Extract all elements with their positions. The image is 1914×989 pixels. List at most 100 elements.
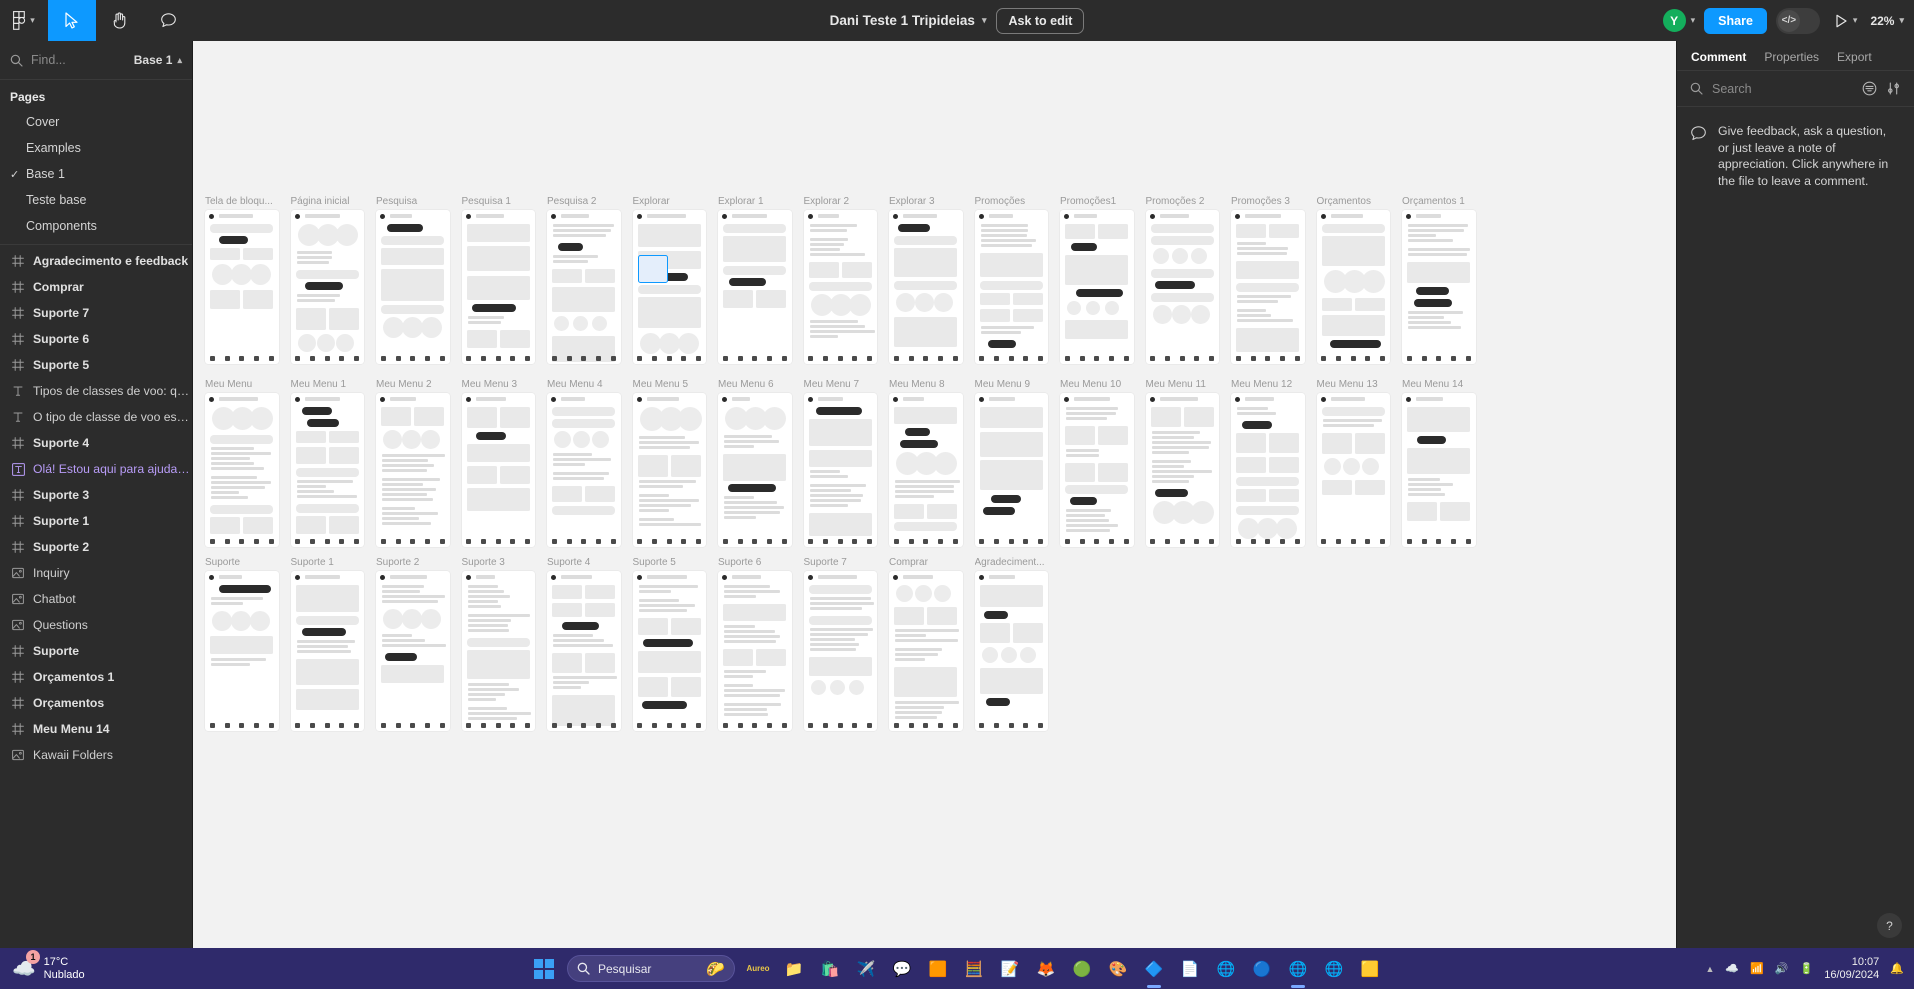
frame-label[interactable]: Promoções 2 bbox=[1146, 196, 1220, 210]
layer-item-agradecimento-e-feedback[interactable]: Agradecimento e feedback bbox=[0, 248, 192, 274]
frame-explorar[interactable]: Explorar bbox=[632, 196, 707, 364]
zoom-chevron-icon[interactable]: ▾ bbox=[1899, 15, 1904, 26]
share-button[interactable]: Share bbox=[1704, 7, 1767, 34]
avatar-chevron-icon[interactable]: ▾ bbox=[1691, 15, 1696, 26]
frame-label[interactable]: Suporte 2 bbox=[376, 557, 450, 571]
layer-item-ol-estou-aqui-para-ajudar-voc-n[interactable]: Olá! Estou aqui para ajudar você n... bbox=[0, 456, 192, 482]
page-item-examples[interactable]: Examples bbox=[0, 135, 192, 161]
frame-agradeciment[interactable]: Agradeciment... bbox=[974, 557, 1049, 731]
frame-label[interactable]: Explorar 1 bbox=[718, 196, 792, 210]
frame-label[interactable]: Meu Menu 13 bbox=[1317, 379, 1391, 393]
volume-icon[interactable]: 🔊 bbox=[1775, 962, 1789, 975]
layer-item-questions[interactable]: Questions bbox=[0, 612, 192, 638]
frame-preview[interactable] bbox=[205, 210, 279, 364]
filter-icon[interactable] bbox=[1862, 81, 1877, 96]
layer-item-tipos-de-classes-de-voo-quais-s-o[interactable]: Tipos de classes de voo: quais são? bbox=[0, 378, 192, 404]
comment-search-input[interactable]: Search bbox=[1712, 82, 1853, 96]
notepad[interactable]: 📝 bbox=[997, 956, 1023, 982]
frame-preview[interactable] bbox=[1060, 393, 1134, 547]
frame-meu-menu-1[interactable]: Meu Menu 1 bbox=[290, 379, 365, 547]
frame-promo-es-2[interactable]: Promoções 2 bbox=[1145, 196, 1220, 364]
calculator[interactable]: 🧮 bbox=[961, 956, 987, 982]
frame-preview[interactable] bbox=[974, 393, 1048, 547]
frame-label[interactable]: Suporte 3 bbox=[462, 557, 536, 571]
frame-preview[interactable] bbox=[461, 393, 535, 547]
frame-suporte-1[interactable]: Suporte 1 bbox=[290, 557, 365, 731]
frame-label[interactable]: Meu Menu 1 bbox=[291, 379, 365, 393]
frame-label[interactable]: Explorar 3 bbox=[889, 196, 963, 210]
frame-preview[interactable] bbox=[290, 210, 364, 364]
dev-mode-toggle[interactable]: </> bbox=[1775, 7, 1820, 34]
frame-explorar-1[interactable]: Explorar 1 bbox=[718, 196, 792, 364]
word[interactable]: 📄 bbox=[1177, 956, 1203, 982]
figma-logo-icon[interactable]: ▾ bbox=[0, 0, 48, 41]
frame-label[interactable]: Agradeciment... bbox=[975, 557, 1049, 571]
sliders-icon[interactable] bbox=[1886, 81, 1901, 96]
frame-label[interactable]: Explorar 2 bbox=[804, 196, 878, 210]
frame-preview[interactable] bbox=[547, 210, 621, 364]
frame-suporte-7[interactable]: Suporte 7 bbox=[803, 557, 878, 731]
comment-tool[interactable] bbox=[144, 0, 192, 41]
page-item-teste-base[interactable]: Teste base bbox=[0, 187, 192, 213]
frame-preview[interactable] bbox=[1145, 393, 1219, 547]
network-icon[interactable]: 📶 bbox=[1750, 962, 1764, 975]
frame-suporte[interactable]: Suporte bbox=[205, 557, 279, 731]
frame-meu-menu-2[interactable]: Meu Menu 2 bbox=[376, 379, 450, 547]
frame-label[interactable]: Meu Menu 5 bbox=[633, 379, 707, 393]
chrome-2[interactable]: 🌐 bbox=[1285, 956, 1311, 982]
frame-comprar[interactable]: Comprar bbox=[889, 557, 963, 731]
frame-p-gina-inicial[interactable]: Página inicial bbox=[290, 196, 364, 364]
onedrive-icon[interactable]: ☁️ bbox=[1725, 962, 1739, 975]
page-selector-button[interactable]: Base 1 ▴ bbox=[134, 53, 182, 67]
layer-item-suporte-6[interactable]: Suporte 6 bbox=[0, 326, 192, 352]
frame-label[interactable]: Pesquisa bbox=[376, 196, 450, 210]
layer-item-chatbot[interactable]: Chatbot bbox=[0, 586, 192, 612]
frame-preview[interactable] bbox=[1060, 210, 1134, 364]
frame-preview[interactable] bbox=[632, 210, 706, 364]
frame-preview[interactable] bbox=[376, 571, 450, 731]
ask-to-edit-button[interactable]: Ask to edit bbox=[996, 7, 1085, 34]
frame-explorar-2[interactable]: Explorar 2 bbox=[803, 196, 878, 364]
frame-preview[interactable] bbox=[547, 571, 621, 731]
notifications-icon[interactable]: 🔔 bbox=[1890, 962, 1904, 975]
layer-item-suporte-5[interactable]: Suporte 5 bbox=[0, 352, 192, 378]
frame-label[interactable]: Meu Menu 12 bbox=[1231, 379, 1305, 393]
frame-preview[interactable] bbox=[803, 393, 877, 547]
frame-preview[interactable] bbox=[547, 393, 621, 547]
frame-label[interactable]: Suporte 1 bbox=[291, 557, 365, 571]
frame-or-amentos-1[interactable]: Orçamentos 1 bbox=[1402, 196, 1476, 364]
frame-suporte-5[interactable]: Suporte 5 bbox=[632, 557, 706, 731]
page-item-base-1[interactable]: ✓ Base 1 bbox=[0, 161, 192, 187]
frame-suporte-4[interactable]: Suporte 4 bbox=[547, 557, 621, 731]
tab-comment[interactable]: Comment bbox=[1691, 50, 1746, 64]
frame-label[interactable]: Meu Menu 11 bbox=[1146, 379, 1220, 393]
frame-preview[interactable] bbox=[718, 210, 792, 364]
figma-menu-chevron-icon[interactable]: ▾ bbox=[30, 15, 35, 26]
document-menu-chevron-icon[interactable]: ▾ bbox=[982, 15, 987, 26]
spotify[interactable]: 🟢 bbox=[1069, 956, 1095, 982]
frame-preview[interactable] bbox=[290, 571, 364, 731]
frame-label[interactable]: Meu Menu bbox=[205, 379, 279, 393]
frame-preview[interactable] bbox=[461, 210, 535, 364]
present-chevron-icon[interactable]: ▾ bbox=[1853, 15, 1858, 26]
frame-suporte-6[interactable]: Suporte 6 bbox=[718, 557, 792, 731]
start-button[interactable] bbox=[531, 956, 557, 982]
frame-label[interactable]: Explorar bbox=[633, 196, 707, 210]
frame-pesquisa-1[interactable]: Pesquisa 1 bbox=[461, 196, 535, 364]
frame-tela-de-bloqu[interactable]: Tela de bloqu... bbox=[205, 196, 279, 364]
frame-label[interactable]: Suporte 7 bbox=[804, 557, 878, 571]
frame-preview[interactable] bbox=[1402, 393, 1476, 547]
frame-preview[interactable] bbox=[889, 393, 963, 547]
app-brand[interactable]: Aureo bbox=[745, 956, 771, 982]
hand-tool[interactable] bbox=[96, 0, 144, 41]
frame-label[interactable]: Orçamentos 1 bbox=[1402, 196, 1476, 210]
frame-suporte-2[interactable]: Suporte 2 bbox=[376, 557, 450, 731]
frame-meu-menu-12[interactable]: Meu Menu 12 bbox=[1231, 379, 1305, 547]
frame-promo-es-3[interactable]: Promoções 3 bbox=[1231, 196, 1305, 364]
frame-preview[interactable] bbox=[632, 393, 706, 547]
frame-preview[interactable] bbox=[376, 393, 450, 547]
frame-meu-menu-14[interactable]: Meu Menu 14 bbox=[1402, 379, 1476, 547]
frame-explorar-3[interactable]: Explorar 3 bbox=[889, 196, 963, 364]
frame-meu-menu-9[interactable]: Meu Menu 9 bbox=[974, 379, 1048, 547]
help-button[interactable]: ? bbox=[1877, 913, 1902, 938]
